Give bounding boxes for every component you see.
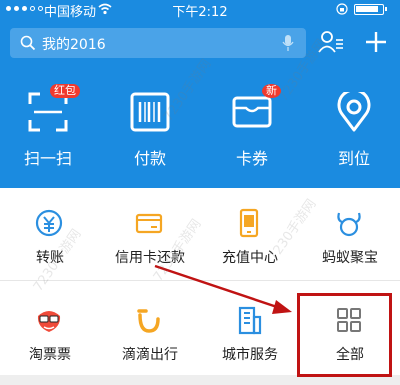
- card-wallet-icon: [232, 96, 272, 128]
- grid-divider: [0, 280, 400, 281]
- scan-label: 扫一扫: [23, 149, 72, 168]
- location-button[interactable]: 到位: [308, 88, 398, 178]
- search-bar[interactable]: 我的2016: [10, 28, 306, 58]
- ant-fortune-button[interactable]: 蚂蚁聚宝: [300, 208, 400, 303]
- transfer-button[interactable]: 转账: [0, 208, 100, 303]
- pay-button[interactable]: 付款: [104, 88, 194, 178]
- search-icon: [20, 35, 36, 51]
- pay-label: 付款: [133, 149, 166, 168]
- recharge-center-label: 充值中心: [222, 250, 278, 266]
- location-pin-icon: [337, 92, 371, 132]
- scan-icon: [28, 92, 68, 132]
- didi-button[interactable]: 滴滴出行: [100, 305, 200, 385]
- rotation-lock-icon: [336, 3, 348, 15]
- barcode-icon: [130, 92, 170, 132]
- didi-icon: [137, 309, 160, 333]
- taopiaopiao-label: 淘票票: [29, 347, 71, 363]
- red-packet-badge: 红包: [50, 84, 80, 98]
- add-icon[interactable]: [364, 30, 388, 54]
- cards-label: 卡券: [235, 149, 268, 168]
- location-label: 到位: [337, 149, 370, 168]
- ant-fortune-icon: [337, 212, 361, 237]
- city-service-label: 城市服务: [222, 347, 278, 363]
- contacts-icon[interactable]: [318, 30, 344, 54]
- city-service-button[interactable]: 城市服务: [200, 305, 300, 385]
- header: 中国移动 下午2:12 我的2016 红包 扫一扫 付款 新 卡券 到位: [0, 0, 400, 188]
- credit-card-repay-button[interactable]: 信用卡还款: [100, 208, 200, 303]
- cards-button[interactable]: 新 卡券: [206, 84, 296, 178]
- taopiaopiao-button[interactable]: 淘票票: [0, 305, 100, 385]
- search-input[interactable]: 我的2016: [42, 34, 106, 54]
- microphone-icon[interactable]: [282, 34, 294, 52]
- phone-recharge-icon: [239, 208, 259, 238]
- battery-icon: [354, 4, 387, 15]
- credit-card-icon: [135, 213, 163, 234]
- ant-fortune-label: 蚂蚁聚宝: [322, 250, 378, 266]
- status-bar: 中国移动 下午2:12: [0, 0, 400, 20]
- taopiaopiao-icon: [37, 311, 61, 332]
- new-badge: 新: [262, 84, 281, 98]
- highlight-box: [297, 293, 392, 377]
- transfer-label: 转账: [36, 250, 64, 266]
- scan-button[interactable]: 红包 扫一扫: [2, 84, 92, 178]
- recharge-center-button[interactable]: 充值中心: [200, 208, 300, 303]
- credit-card-repay-label: 信用卡还款: [115, 250, 185, 266]
- city-service-icon: [238, 306, 262, 335]
- transfer-icon: [35, 209, 63, 237]
- didi-label: 滴滴出行: [122, 347, 178, 363]
